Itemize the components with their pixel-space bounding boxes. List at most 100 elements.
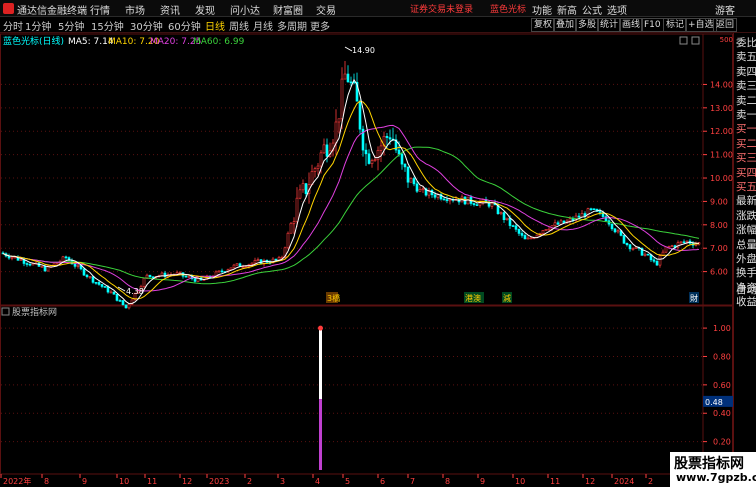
menu-hq[interactable]: 行情 <box>90 2 110 17</box>
indicator-axis: 1.00 0.80 0.60 0.40 0.20 <box>703 324 731 447</box>
menu-function[interactable]: 功能 <box>532 2 552 17</box>
event-tag-2[interactable]: 港澳 <box>465 293 481 303</box>
multi-stock-button[interactable]: 多股 <box>575 18 600 32</box>
candle-body <box>388 137 392 140</box>
quote-label: 买二 <box>736 137 756 150</box>
candles <box>1 61 701 310</box>
candle-body <box>679 241 683 244</box>
adjust-button[interactable]: 复权 <box>531 18 556 32</box>
candle-body <box>73 263 77 267</box>
overlay-button[interactable]: 叠加 <box>553 18 578 32</box>
draw-line-button[interactable]: 画线 <box>619 18 644 32</box>
period-5min[interactable]: 5分钟 <box>58 18 84 33</box>
time-tick-label: 11 <box>550 477 560 486</box>
candle-body <box>589 208 593 210</box>
candle-body <box>421 188 425 191</box>
event-tag-3[interactable]: 減 <box>503 293 511 303</box>
maximize-icon[interactable] <box>691 36 700 45</box>
candle-body <box>103 286 107 288</box>
quote-label[interactable]: 自动 <box>736 282 756 297</box>
trade-login-warning[interactable]: 证券交易未登录 <box>410 2 473 15</box>
back-button[interactable]: 返回 <box>713 18 738 32</box>
candle-body <box>523 235 527 240</box>
f10-button[interactable]: F10 <box>641 18 664 32</box>
period-fenshi[interactable]: 分时 <box>3 18 23 33</box>
indicator-tick-label: 0.40 <box>713 409 731 418</box>
period-30min[interactable]: 30分钟 <box>130 18 163 33</box>
event-tag-1[interactable]: 3橋 <box>327 293 340 303</box>
candle-body <box>511 225 515 227</box>
indicator-bar-cap <box>318 325 323 331</box>
candle-body <box>517 229 521 234</box>
time-tick-label: 8 <box>445 477 450 486</box>
menu-options[interactable]: 选项 <box>607 2 627 17</box>
candle-body <box>670 245 674 247</box>
menu-wealth[interactable]: 财富圈 <box>273 2 303 17</box>
price-tick-label: 8.00 <box>710 221 728 230</box>
candle-body <box>397 149 401 155</box>
ma5-label: MA5: 7.14 <box>68 37 114 47</box>
candle-body <box>490 202 494 207</box>
stats-button[interactable]: 统计 <box>597 18 622 32</box>
quote-label: 总量 <box>736 238 756 251</box>
indicator-grid <box>1 327 703 443</box>
period-more[interactable]: 更多 <box>310 18 330 33</box>
quote-label: 委比 <box>736 37 756 49</box>
quote-label: 换手 <box>736 267 756 280</box>
candle-body <box>433 194 437 198</box>
candle-body <box>184 275 188 278</box>
period-60min[interactable]: 60分钟 <box>168 18 201 33</box>
time-tick-label: 5 <box>345 477 350 486</box>
quote-side-panel: 委比 卖五 卖四 卖三 卖二 卖一 买一 买二 买三 买四 买五 最新 涨跌 涨幅 总量 外盘 换手 净资 收益 自动 <box>733 33 756 487</box>
menu-new-high[interactable]: 新高 <box>557 2 577 17</box>
period-monthly[interactable]: 月线 <box>253 18 273 33</box>
quote-label: 买五 <box>736 181 756 193</box>
add-watchlist-button[interactable]: +自选 <box>685 18 717 32</box>
candle-body <box>28 263 32 266</box>
candle-body <box>232 264 236 269</box>
kline-chart[interactable]: 蓝色光标(日线) MA5: 7.14 MA10: 7.20 MA20: 7.25… <box>0 33 733 487</box>
candle-body <box>277 257 281 261</box>
candle-body <box>625 242 629 246</box>
menu-wenxiaoda[interactable]: 问小达 <box>230 2 260 17</box>
app-title: 通达信金融终端 <box>17 6 87 17</box>
candle-body <box>220 270 224 273</box>
candle-body <box>274 258 278 261</box>
menu-trade[interactable]: 交易 <box>316 2 336 17</box>
candle-body <box>418 188 422 192</box>
mark-button[interactable]: 标记 <box>663 18 688 32</box>
candle-body <box>514 225 518 230</box>
period-1min[interactable]: 1分钟 <box>25 18 51 33</box>
period-weekly[interactable]: 周线 <box>229 18 249 33</box>
restore-icon[interactable] <box>679 36 688 45</box>
menu-guest[interactable]: 游客 <box>715 2 735 17</box>
menu-market[interactable]: 市场 <box>125 2 145 17</box>
main-chart-frame <box>0 33 733 306</box>
candle-body <box>301 183 305 191</box>
candle-body <box>325 144 329 157</box>
candle-body <box>400 153 404 165</box>
candle-body <box>151 276 155 279</box>
indicator-menu-icon[interactable] <box>1 307 10 316</box>
candle-body <box>442 198 446 201</box>
time-tick-label: 12 <box>585 477 595 486</box>
candle-body <box>88 276 92 278</box>
period-15min[interactable]: 15分钟 <box>91 18 124 33</box>
candle-body <box>193 278 197 282</box>
indicator-name: 股票指标网 <box>12 306 57 318</box>
event-tag-4[interactable]: 財 <box>690 293 698 303</box>
menu-formula[interactable]: 公式 <box>582 2 602 17</box>
candle-body <box>367 153 371 164</box>
candle-body <box>475 204 479 206</box>
candle-body <box>253 260 257 264</box>
candle-body <box>568 218 572 222</box>
indicator-current-value: 0.48 <box>705 398 723 407</box>
time-tick-label: 7 <box>410 477 415 486</box>
period-daily[interactable]: 日线 <box>205 18 225 33</box>
candle-body <box>217 270 221 273</box>
quote-label: 卖二 <box>736 94 756 107</box>
menu-discover[interactable]: 发现 <box>195 2 215 17</box>
menu-news[interactable]: 资讯 <box>160 2 180 17</box>
period-multi[interactable]: 多周期 <box>277 18 307 33</box>
candle-body <box>448 199 452 202</box>
